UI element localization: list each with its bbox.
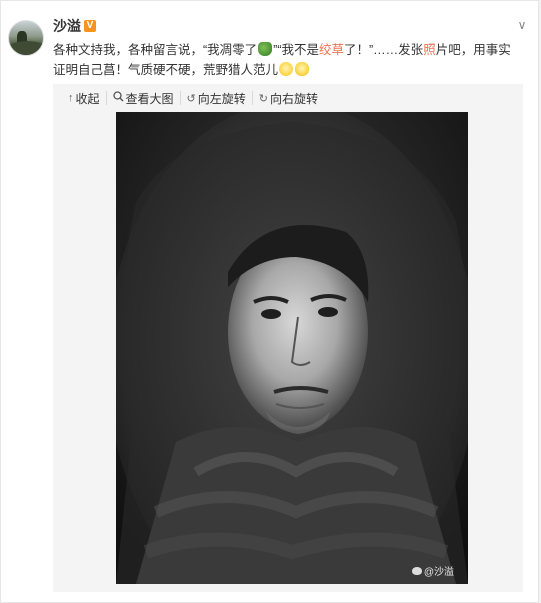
collapse-button[interactable]: ↑ 收起: [53, 91, 106, 106]
author-name[interactable]: 沙溢: [53, 16, 81, 36]
rotate-left-icon: ↺: [186, 92, 196, 105]
portrait-illustration: [116, 112, 468, 584]
rotate-right-button[interactable]: ↻ 向右旋转: [251, 91, 324, 106]
rotate-right-icon: ↻: [258, 92, 268, 105]
photo-watermark: @沙溢: [411, 563, 454, 578]
rotate-left-button[interactable]: ↺ 向左旋转: [179, 91, 252, 106]
post-text: 各种文持我，各种留言说，“我凋零了 ”“我不是绞草了！”……发张照片吧，用事实证明…: [53, 40, 523, 80]
post-text-part: 各种文持我，各种留言说，“我凋零了: [53, 43, 258, 57]
author-row: 沙溢 V: [53, 18, 96, 34]
collapse-label: 收起: [75, 91, 100, 106]
rotate-left-label: 向左旋转: [197, 91, 246, 106]
post-text-link[interactable]: 绞草: [319, 43, 344, 57]
wilted-plant-emoji-icon: [258, 42, 273, 56]
watermark-text: @沙溢: [423, 567, 454, 578]
post-text-link[interactable]: 照: [423, 43, 436, 57]
weibo-logo-icon: [411, 566, 422, 575]
chevron-down-icon[interactable]: ∨: [515, 18, 529, 32]
verified-badge: V: [84, 20, 96, 32]
post-text-part: ”“我不是: [273, 43, 319, 57]
avatar-hill: [9, 41, 43, 55]
sweat-smile-emoji-icon: [279, 62, 294, 76]
image-toolbar: ↑ 收起 查看大图 ↺ 向左旋转 ↻ 向右旋转: [53, 84, 523, 112]
chick-emoji-icon: [295, 62, 310, 76]
view-large-button[interactable]: 查看大图: [105, 91, 180, 106]
post-text-part: 了！”……发张: [344, 43, 424, 57]
view-large-label: 查看大图: [125, 91, 174, 106]
avatar[interactable]: [8, 20, 44, 56]
collapse-icon: ↑: [68, 92, 74, 104]
rotate-right-label: 向右旋转: [269, 91, 318, 106]
post-photo[interactable]: @沙溢: [116, 112, 468, 584]
image-viewer: ↑ 收起 查看大图 ↺ 向左旋转 ↻ 向右旋转 @沙溢: [53, 84, 523, 592]
search-icon: [112, 91, 124, 105]
weibo-post-card: 沙溢 V ∨ 各种文持我，各种留言说，“我凋零了 ”“我不是绞草了！”……发张照片…: [0, 0, 539, 603]
